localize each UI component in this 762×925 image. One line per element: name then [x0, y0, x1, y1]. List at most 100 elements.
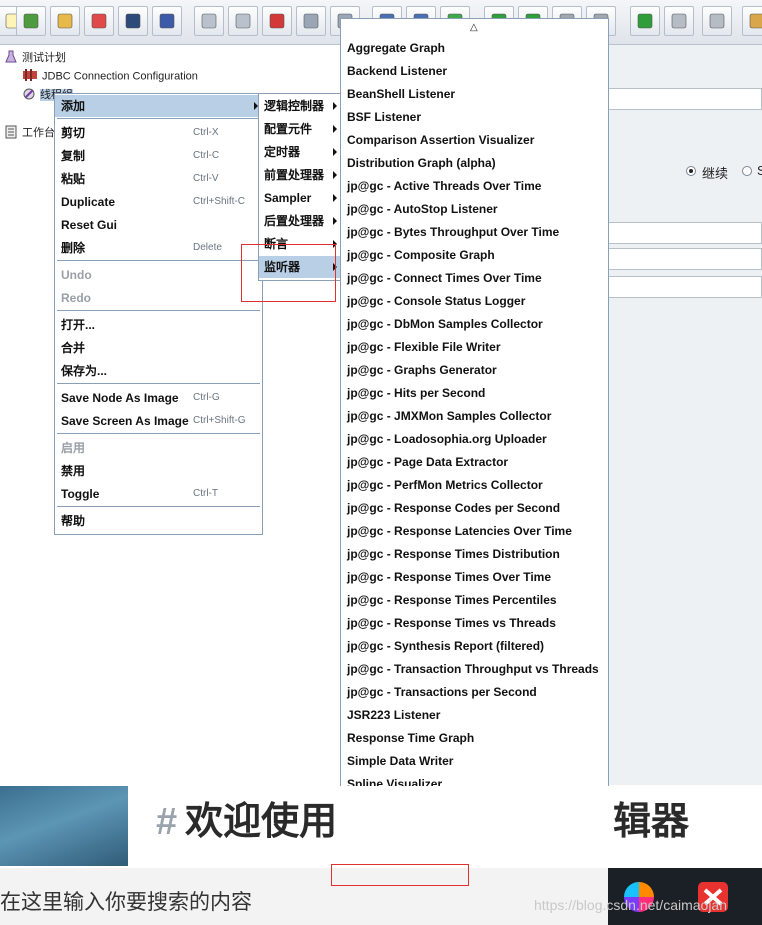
menu-item-label: jp@gc - Synthesis Report (filtered): [347, 639, 545, 653]
listener-menu-item[interactable]: jp@gc - Response Codes per Second: [341, 497, 608, 519]
listener-menu-item[interactable]: Response Time Graph: [341, 727, 608, 749]
listener-menu-item[interactable]: jp@gc - Response Times vs Threads: [341, 612, 608, 634]
save-button[interactable]: [118, 6, 148, 36]
save-as-icon: [159, 13, 175, 29]
listener-menu-item[interactable]: Distribution Graph (alpha): [341, 152, 608, 174]
menu-item-label: jp@gc - PerfMon Metrics Collector: [347, 478, 543, 492]
listener-menu-item[interactable]: jp@gc - PerfMon Metrics Collector: [341, 474, 608, 496]
listener-menu-item[interactable]: Backend Listener: [341, 60, 608, 82]
add-submenu-item[interactable]: 逻辑控制器: [259, 95, 341, 117]
copy-icon: [303, 13, 319, 29]
listener-menu-item[interactable]: Comparison Assertion Visualizer: [341, 129, 608, 151]
context-menu-item[interactable]: 合并: [55, 337, 262, 359]
tree-node-workbench[interactable]: 工作台: [4, 124, 55, 142]
add-submenu-item[interactable]: 定时器: [259, 141, 341, 163]
rampup-field[interactable]: [608, 248, 762, 270]
listener-menu-item[interactable]: jp@gc - Response Times Percentiles: [341, 589, 608, 611]
listener-menu-item[interactable]: JSR223 Listener: [341, 704, 608, 726]
context-menu-item[interactable]: 剪切 Ctrl-X: [55, 122, 262, 144]
listener-menu-item[interactable]: Aggregate Graph: [341, 37, 608, 59]
listener-menu-item[interactable]: jp@gc - DbMon Samples Collector: [341, 313, 608, 335]
listener-menu-item[interactable]: jp@gc - Response Times Over Time: [341, 566, 608, 588]
menu-item-label: Undo: [61, 268, 92, 282]
cut-icon: [269, 13, 285, 29]
context-menu-item[interactable]: Save Screen As Image Ctrl+Shift-G: [55, 410, 262, 432]
listener-menu-item[interactable]: jp@gc - Transaction Throughput vs Thread…: [341, 658, 608, 680]
listener-menu-item[interactable]: jp@gc - Page Data Extractor: [341, 451, 608, 473]
remote-start-button[interactable]: [630, 6, 660, 36]
menu-separator: [57, 506, 260, 507]
loop-field[interactable]: [608, 276, 762, 298]
context-menu-item[interactable]: 禁用: [55, 460, 262, 482]
menu-item-shortcut: Ctrl+Shift-C: [193, 196, 245, 207]
context-menu-item: 启用: [55, 437, 262, 459]
tree-node-test-plan[interactable]: 测试计划: [4, 49, 66, 67]
menu-item-label: jp@gc - JMXMon Samples Collector: [347, 409, 552, 423]
listener-menu-item[interactable]: jp@gc - JMXMon Samples Collector: [341, 405, 608, 427]
listener-menu-item[interactable]: jp@gc - Console Status Logger: [341, 290, 608, 312]
undo-button[interactable]: [194, 6, 224, 36]
add-submenu-item[interactable]: 监听器: [259, 256, 341, 278]
copy-button[interactable]: [296, 6, 326, 36]
remote-stop-button[interactable]: [664, 6, 694, 36]
menu-item-label: jp@gc - Response Times vs Threads: [347, 616, 556, 630]
editor-heading: # 欢迎使用: [156, 790, 337, 845]
context-menu-item[interactable]: 删除 Delete: [55, 237, 262, 259]
context-menu-item[interactable]: 添加: [55, 95, 262, 117]
cut-button[interactable]: [262, 6, 292, 36]
remote-shutdown-button[interactable]: [702, 6, 732, 36]
templates-icon: [23, 13, 39, 29]
function-helper-button[interactable]: [742, 6, 762, 36]
listener-menu-item[interactable]: jp@gc - Response Times Distribution: [341, 543, 608, 565]
start-next-radio[interactable]: [742, 166, 752, 176]
listener-menu-item[interactable]: jp@gc - Graphs Generator: [341, 359, 608, 381]
menu-separator: [57, 383, 260, 384]
listener-menu-item[interactable]: jp@gc - AutoStop Listener: [341, 198, 608, 220]
context-menu-item[interactable]: Toggle Ctrl-T: [55, 483, 262, 505]
context-menu-item[interactable]: 帮助: [55, 510, 262, 532]
context-menu-item[interactable]: 保存为...: [55, 360, 262, 382]
listener-menu-item[interactable]: jp@gc - Flexible File Writer: [341, 336, 608, 358]
add-submenu-item[interactable]: Sampler: [259, 187, 341, 209]
tree-node-jdbc-config[interactable]: JDBC Connection Configuration: [22, 68, 198, 85]
watermark: https://blog.csdn.net/caimaojan: [534, 897, 728, 913]
add-submenu-item[interactable]: 后置处理器: [259, 210, 341, 232]
close-button[interactable]: [84, 6, 114, 36]
listener-menu-item[interactable]: jp@gc - Loadosophia.org Uploader: [341, 428, 608, 450]
name-field[interactable]: [608, 88, 762, 110]
listener-menu-item[interactable]: jp@gc - Bytes Throughput Over Time: [341, 221, 608, 243]
heading-left: 欢迎使用: [185, 801, 338, 843]
context-menu-item[interactable]: Duplicate Ctrl+Shift-C: [55, 191, 262, 213]
listener-menu-item[interactable]: BeanShell Listener: [341, 83, 608, 105]
threads-field[interactable]: [608, 222, 762, 244]
listener-menu-item[interactable]: BSF Listener: [341, 106, 608, 128]
listener-menu-item[interactable]: jp@gc - Hits per Second: [341, 382, 608, 404]
context-menu-item[interactable]: 复制 Ctrl-C: [55, 145, 262, 167]
listener-menu-item[interactable]: jp@gc - Connect Times Over Time: [341, 267, 608, 289]
add-submenu-item[interactable]: 前置处理器: [259, 164, 341, 186]
add-submenu-item[interactable]: 断言: [259, 233, 341, 255]
redo-button[interactable]: [228, 6, 258, 36]
close-icon: [91, 13, 107, 29]
menu-item-label: Simple Data Writer: [347, 754, 454, 768]
listener-menu-item[interactable]: jp@gc - Response Latencies Over Time: [341, 520, 608, 542]
add-submenu-item[interactable]: 配置元件: [259, 118, 341, 140]
context-menu-item[interactable]: Save Node As Image Ctrl-G: [55, 387, 262, 409]
context-menu-item[interactable]: Reset Gui: [55, 214, 262, 236]
listener-menu-item[interactable]: jp@gc - Active Threads Over Time: [341, 175, 608, 197]
templates-button[interactable]: [16, 6, 46, 36]
menu-item-label: BeanShell Listener: [347, 87, 456, 101]
continue-radio[interactable]: [686, 166, 696, 176]
open-button[interactable]: [50, 6, 80, 36]
listener-menu-item[interactable]: Simple Data Writer: [341, 750, 608, 772]
save-as-button[interactable]: [152, 6, 182, 36]
listener-menu-item[interactable]: jp@gc - Composite Graph: [341, 244, 608, 266]
listener-menu-item[interactable]: jp@gc - Transactions per Second: [341, 681, 608, 703]
open-icon: [57, 13, 73, 29]
menu-item-label: Duplicate: [61, 195, 116, 209]
context-menu-item[interactable]: 粘贴 Ctrl-V: [55, 168, 262, 190]
listener-menu-item[interactable]: jp@gc - Synthesis Report (filtered): [341, 635, 608, 657]
scroll-up-arrow-icon[interactable]: △: [470, 22, 478, 33]
context-menu-item[interactable]: 打开...: [55, 314, 262, 336]
menu-item-shortcut: Ctrl-C: [193, 150, 220, 161]
